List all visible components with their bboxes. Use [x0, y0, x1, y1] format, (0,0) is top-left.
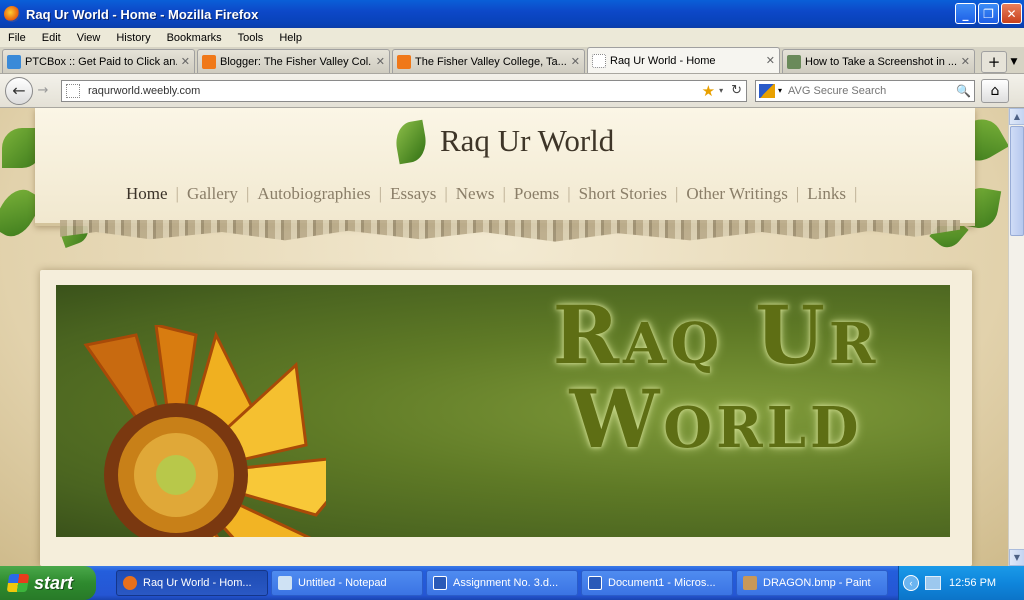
bookmark-star-icon[interactable]: ★ [702, 82, 715, 100]
wikihow-favicon-icon [787, 54, 801, 69]
site-title[interactable]: Raq Ur World [440, 123, 614, 159]
new-tab-button[interactable]: + [981, 51, 1007, 73]
tab-fisher-valley[interactable]: The Fisher Valley College, Ta... ✕ [392, 49, 585, 73]
search-engine-dropdown-icon[interactable]: ▾ [778, 86, 782, 95]
tab-label: The Fisher Valley College, Ta... [415, 55, 567, 68]
sunflower-illustration [83, 325, 326, 537]
site-navigation: Home | Gallery | Autobiographies | Essays | … [118, 184, 857, 204]
network-icon[interactable] [925, 576, 941, 590]
close-window-button[interactable]: ✕ [1001, 3, 1022, 24]
taskbar-item-firefox[interactable]: Raq Ur World - Hom... [116, 570, 268, 596]
minimize-button[interactable]: _ [955, 3, 976, 24]
show-hidden-icons-icon[interactable]: ‹ [903, 575, 919, 591]
vertical-scrollbar[interactable]: ▲ ▼ [1008, 108, 1024, 566]
banner-title-line1: Raq Ur [552, 288, 880, 382]
taskbar-item-paint[interactable]: DRAGON.bmp - Paint [736, 570, 888, 596]
word-document-icon [433, 576, 447, 590]
header-banner-image: Raq Ur World [56, 285, 950, 537]
tab-ptcbox[interactable]: PTCBox :: Get Paid to Click an... ✕ [2, 49, 195, 73]
back-button[interactable]: ← [5, 76, 33, 105]
reload-icon[interactable]: ↻ [731, 83, 742, 98]
site-nav-poems[interactable]: Poems [506, 184, 567, 204]
site-nav-home[interactable]: Home [118, 184, 176, 204]
tab-screenshot-howto[interactable]: How to Take a Screenshot in ... ✕ [782, 49, 975, 73]
window-title: Raq Ur World - Home - Mozilla Firefox [26, 6, 259, 22]
site-nav-other-writings[interactable]: Other Writings [678, 184, 795, 204]
search-bar[interactable]: ▾ 🔍 [755, 79, 975, 102]
task-label: Document1 - Micros... [608, 577, 716, 589]
taskbar-item-notepad[interactable]: Untitled - Notepad [271, 570, 423, 596]
page-viewport: Raq Ur World Home | Gallery | Autobiograph… [0, 108, 1008, 566]
site-nav-news[interactable]: News [448, 184, 503, 204]
menu-help[interactable]: Help [271, 32, 310, 44]
ptcbox-favicon-icon [7, 54, 21, 69]
blogger-favicon-icon [397, 54, 411, 69]
menu-tools[interactable]: Tools [230, 32, 272, 44]
tab-label: Raq Ur World - Home [610, 54, 716, 67]
tab-raq-ur-world[interactable]: Raq Ur World - Home ✕ [587, 47, 780, 73]
tab-blogger[interactable]: Blogger: The Fisher Valley Col... ✕ [197, 49, 390, 73]
firefox-icon [4, 6, 20, 22]
notepad-icon [278, 576, 292, 590]
scroll-thumb[interactable] [1010, 126, 1024, 236]
task-label: Assignment No. 3.d... [453, 577, 559, 589]
nav-separator: | [853, 184, 858, 203]
start-button[interactable]: start [0, 566, 96, 600]
task-label: Raq Ur World - Hom... [143, 577, 252, 589]
scroll-down-button[interactable]: ▼ [1009, 549, 1024, 566]
tab-close-icon[interactable]: ✕ [376, 55, 385, 68]
menu-edit[interactable]: Edit [34, 32, 69, 44]
site-nav-short-stories[interactable]: Short Stories [571, 184, 675, 204]
restore-button[interactable]: ❐ [978, 3, 999, 24]
address-bar[interactable]: raqurworld.weebly.com ★ ▾ ↻ [61, 79, 747, 102]
window-titlebar: Raq Ur World - Home - Mozilla Firefox _ … [0, 0, 1024, 28]
search-input[interactable] [788, 84, 957, 97]
site-identity-icon[interactable] [66, 83, 80, 98]
scroll-up-button[interactable]: ▲ [1009, 108, 1024, 125]
banner-title-line2: World [569, 372, 863, 466]
paint-icon [743, 576, 757, 590]
taskbar: start Raq Ur World - Hom... Untitled - N… [0, 566, 1024, 600]
url-text[interactable]: raqurworld.weebly.com [88, 85, 702, 97]
avg-engine-icon[interactable] [759, 83, 775, 98]
windows-logo-icon [6, 574, 30, 592]
forward-button[interactable]: → [33, 80, 53, 102]
banner-title: Raq Ur World [486, 293, 946, 461]
blank-page-favicon-icon [592, 53, 606, 68]
task-label: DRAGON.bmp - Paint [763, 577, 871, 589]
word-document-icon [588, 576, 602, 590]
search-icon[interactable]: 🔍 [956, 84, 971, 98]
home-button[interactable]: ⌂ [981, 78, 1009, 103]
tab-bar: PTCBox :: Get Paid to Click an... ✕ Blog… [0, 47, 1024, 74]
tab-label: PTCBox :: Get Paid to Click an... [25, 55, 177, 68]
taskbar-item-document1[interactable]: Document1 - Micros... [581, 570, 733, 596]
tab-close-icon[interactable]: ✕ [181, 55, 190, 68]
tab-label: How to Take a Screenshot in ... [805, 55, 957, 68]
site-nav-gallery[interactable]: Gallery [179, 184, 246, 204]
menu-history[interactable]: History [108, 32, 158, 44]
tab-label: Blogger: The Fisher Valley Col... [220, 55, 372, 68]
blogger-favicon-icon [202, 54, 216, 69]
menu-file[interactable]: File [0, 32, 34, 44]
clock[interactable]: 12:56 PM [949, 577, 996, 589]
site-nav-autobiographies[interactable]: Autobiographies [249, 184, 378, 204]
system-tray: ‹ 12:56 PM [898, 566, 1024, 600]
tab-close-icon[interactable]: ✕ [571, 55, 580, 68]
menu-view[interactable]: View [69, 32, 109, 44]
start-label: start [34, 572, 74, 593]
url-history-dropdown-icon[interactable]: ▾ [719, 86, 723, 95]
site-nav-links[interactable]: Links [799, 184, 854, 204]
firefox-icon [123, 576, 137, 590]
task-label: Untitled - Notepad [298, 577, 387, 589]
site-nav-essays[interactable]: Essays [382, 184, 444, 204]
menu-bar: File Edit View History Bookmarks Tools H… [0, 28, 1024, 47]
tab-close-icon[interactable]: ✕ [766, 54, 775, 67]
taskbar-item-assignment[interactable]: Assignment No. 3.d... [426, 570, 578, 596]
navigation-toolbar: ← → raqurworld.weebly.com ★ ▾ ↻ ▾ 🔍 ⌂ [0, 74, 1024, 108]
menu-bookmarks[interactable]: Bookmarks [159, 32, 230, 44]
list-all-tabs-button[interactable]: ▼ [1007, 51, 1021, 73]
tab-close-icon[interactable]: ✕ [961, 55, 970, 68]
